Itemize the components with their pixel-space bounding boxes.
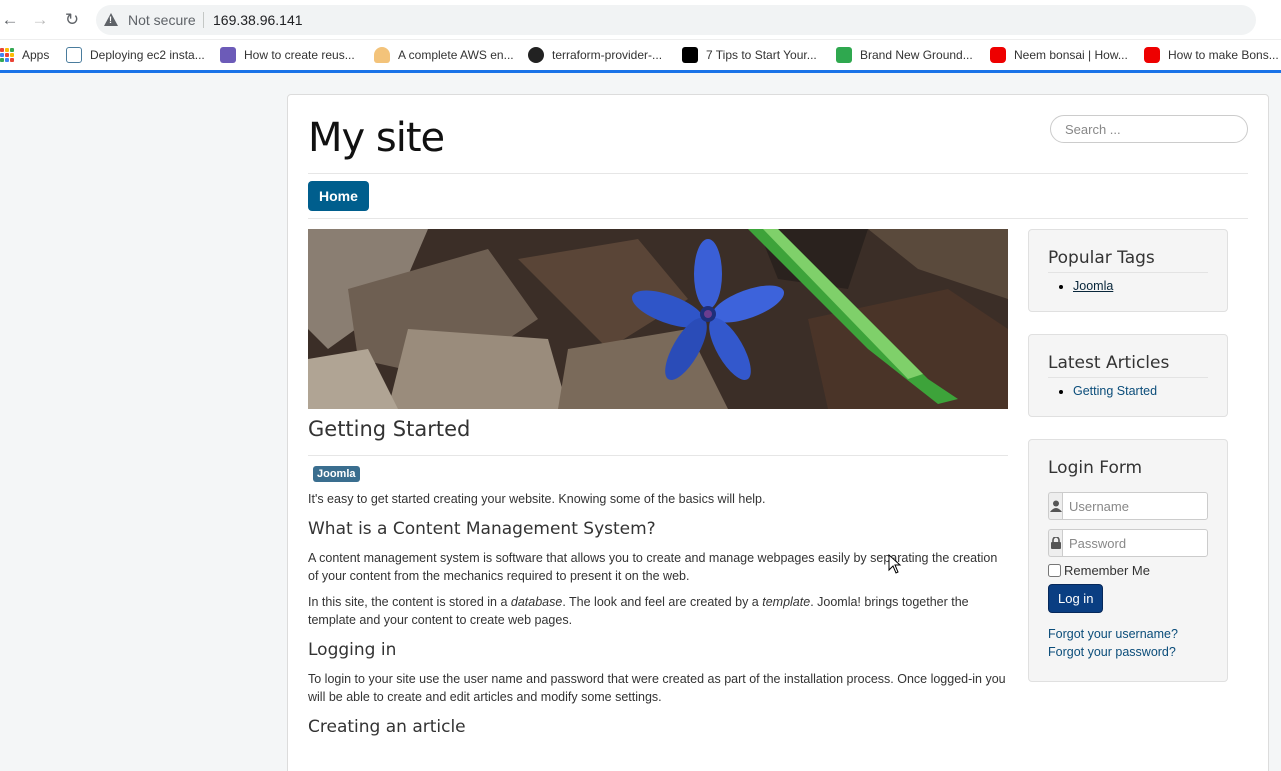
user-icon [1048,492,1062,520]
divider [308,173,1248,174]
username-group [1048,492,1208,520]
forward-icon[interactable]: → [30,10,50,30]
popular-tags-module: Popular Tags Joomla [1028,229,1228,312]
bookmarks-bar: Apps Deploying ec2 insta... How to creat… [0,40,1281,70]
youtube-icon [1144,47,1160,63]
forgot-username-link[interactable]: Forgot your username? [1048,625,1208,643]
bookmark-apps[interactable]: Apps [0,44,49,66]
banner-image [308,229,1008,409]
divider [308,218,1248,219]
emphasis: template [762,595,811,609]
module-title: Login Form [1048,458,1143,478]
list-item: Getting Started [1073,384,1208,398]
username-field[interactable] [1062,492,1208,520]
reload-icon[interactable]: ↻ [62,10,82,30]
tag-badge[interactable]: Joomla [313,466,360,482]
section-heading: Creating an article [308,717,466,737]
doc-icon [66,47,82,63]
section-heading: Logging in [308,640,397,660]
bookmark-label: Apps [22,48,50,62]
emphasis: database [510,595,563,609]
section-heading: What is a Content Management System? [308,519,656,539]
bookmark-label: Neem bonsai | How... [1014,48,1128,62]
url-text[interactable]: 169.38.96.141 [213,12,303,28]
forgot-links: Forgot your username? Forgot your passwo… [1048,625,1208,661]
medium-icon [682,47,698,63]
bookmark-item[interactable]: Brand New Ground... [836,44,973,66]
bookmark-item[interactable]: A complete AWS en... [374,44,514,66]
login-module: Login Form Remember Me Lo [1028,439,1228,682]
remember-me[interactable]: Remember Me [1048,563,1208,578]
remember-checkbox[interactable] [1048,564,1061,577]
page: My site Home [0,73,1281,771]
warning-icon [104,13,118,26]
bookmark-item[interactable]: Neem bonsai | How... [990,44,1128,66]
bookmark-item[interactable]: 7 Tips to Start Your... [682,44,817,66]
bookmark-label: How to make Bons... [1168,48,1279,62]
apps-grid-icon [0,48,14,62]
bookmark-label: How to create reus... [244,48,355,62]
password-group [1048,529,1208,557]
bookmark-item[interactable]: How to create reus... [220,44,355,66]
lock-icon [1048,529,1062,557]
text: In this site, the content is stored in a [308,595,511,609]
bookmark-item[interactable]: How to make Bons... [1144,44,1279,66]
article: Getting Started Joomla It's easy to get … [308,417,1008,747]
paragraph: A content management system is software … [308,551,998,583]
nav-home[interactable]: Home [308,181,369,211]
heroku-icon [220,47,236,63]
mouse-cursor-icon [888,554,902,574]
bookmark-label: Brand New Ground... [860,48,973,62]
bookmark-label: Deploying ec2 insta... [90,48,205,62]
bookmark-label: A complete AWS en... [398,48,514,62]
bookmark-label: 7 Tips to Start Your... [706,48,817,62]
list-item: Joomla [1073,279,1208,293]
paragraph: To login to your site use the user name … [308,672,1006,704]
password-field[interactable] [1062,529,1208,557]
article-link[interactable]: Getting Started [1073,384,1157,398]
paragraph: In this site, the content is stored in a… [308,593,1008,629]
article-list: Getting Started [1048,384,1208,398]
security-label[interactable]: Not secure [128,12,196,28]
cloud-icon [374,47,390,63]
house-icon [836,47,852,63]
divider [308,455,1008,456]
flower-illustration [308,229,1008,409]
search-input[interactable] [1050,115,1248,143]
youtube-icon [990,47,1006,63]
bookmark-item[interactable]: terraform-provider-... [528,44,662,66]
tag-link[interactable]: Joomla [1073,279,1113,293]
bookmark-label: terraform-provider-... [552,48,663,62]
bookmark-item[interactable]: Deploying ec2 insta... [66,44,205,66]
latest-articles-module: Latest Articles Getting Started [1028,334,1228,417]
github-icon [528,47,544,63]
site-title[interactable]: My site [308,115,445,161]
module-title: Latest Articles [1048,353,1208,378]
browser-toolbar: ← → ↻ Not secure 169.38.96.141 [0,0,1281,40]
forgot-password-link[interactable]: Forgot your password? [1048,643,1208,661]
site-container: My site Home [287,94,1269,771]
tag-list: Joomla [1048,279,1208,293]
back-icon[interactable]: ← [0,10,20,30]
omnibox-divider [203,12,204,28]
article-title: Getting Started [308,417,471,441]
login-button[interactable]: Log in [1048,584,1104,613]
text: . The look and feel are created by a [562,595,763,609]
sidebar: Popular Tags Joomla Latest Articles Gett… [1028,229,1228,704]
article-intro: It's easy to get started creating your w… [308,492,766,506]
remember-label: Remember Me [1064,563,1150,578]
module-title: Popular Tags [1048,248,1208,273]
